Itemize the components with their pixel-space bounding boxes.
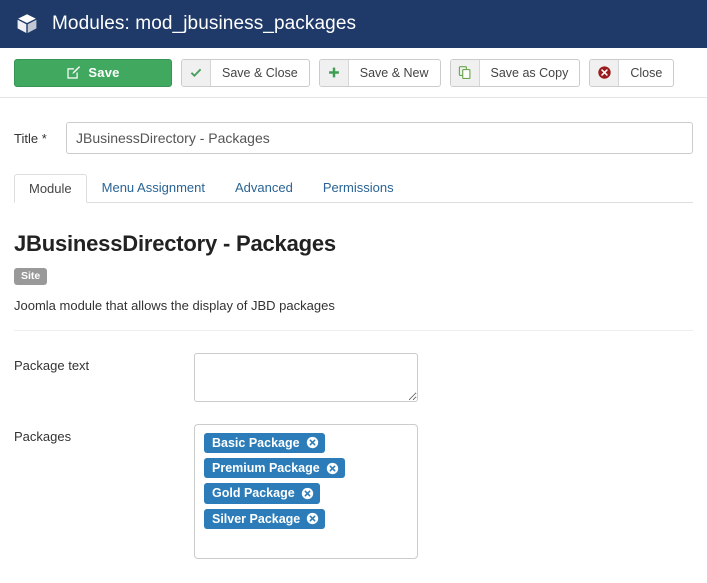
tab-permissions[interactable]: Permissions bbox=[308, 173, 409, 202]
tag-label: Silver Package bbox=[212, 511, 301, 526]
cube-icon bbox=[14, 11, 40, 37]
save-and-close-button[interactable]: Save & Close bbox=[181, 58, 310, 87]
packages-field-row: Packages Basic Package Premium Package G… bbox=[14, 423, 693, 559]
circle-x-icon[interactable] bbox=[301, 487, 314, 500]
pencil-square-icon bbox=[66, 65, 81, 80]
circle-x-icon[interactable] bbox=[306, 436, 319, 449]
packages-label: Packages bbox=[14, 428, 72, 444]
tag-label: Gold Package bbox=[212, 486, 295, 501]
package-text-label: Package text bbox=[14, 357, 90, 373]
save-and-new-label: Save & New bbox=[359, 65, 429, 80]
save-as-copy-label: Save as Copy bbox=[490, 65, 569, 80]
copy-icon bbox=[450, 59, 480, 86]
circle-x-icon bbox=[590, 59, 620, 86]
page-title: Modules: mod_jbusiness_packages bbox=[52, 13, 357, 34]
toolbar: Save Save & Close Save & New Save as Cop… bbox=[0, 48, 707, 98]
tag-label: Basic Package bbox=[212, 435, 300, 450]
title-field-row: Title * bbox=[14, 122, 693, 154]
page-header: Modules: mod_jbusiness_packages bbox=[0, 0, 707, 48]
main-content: Title * Module Menu Assignment Advanced … bbox=[0, 122, 707, 559]
module-description: Joomla module that allows the display of… bbox=[14, 297, 335, 313]
save-button-label: Save bbox=[88, 65, 120, 80]
module-heading: JBusinessDirectory - Packages bbox=[14, 231, 336, 256]
package-text-input[interactable] bbox=[194, 352, 418, 402]
tab-menu-assignment[interactable]: Menu Assignment bbox=[87, 173, 220, 202]
title-input[interactable] bbox=[66, 122, 693, 154]
title-field-label: Title * bbox=[14, 130, 47, 146]
close-button[interactable]: Close bbox=[589, 58, 675, 87]
save-button[interactable]: Save bbox=[14, 58, 172, 87]
list-item[interactable]: Premium Package bbox=[204, 457, 345, 479]
list-item[interactable]: Silver Package bbox=[204, 508, 326, 529]
tag-label: Premium Package bbox=[212, 460, 320, 475]
list-item[interactable]: Basic Package bbox=[204, 432, 325, 453]
circle-x-icon[interactable] bbox=[306, 512, 319, 525]
required-marker: * bbox=[41, 130, 47, 146]
check-icon bbox=[182, 59, 211, 86]
status-badge: Site bbox=[14, 268, 48, 285]
packages-tag-list[interactable]: Basic Package Premium Package Gold Packa… bbox=[194, 423, 418, 559]
plus-icon bbox=[319, 59, 349, 86]
list-item[interactable]: Gold Package bbox=[204, 483, 320, 504]
tab-module[interactable]: Module bbox=[14, 174, 87, 203]
circle-x-icon[interactable] bbox=[326, 462, 339, 475]
package-text-field-row: Package text bbox=[14, 352, 693, 402]
save-and-close-label: Save & Close bbox=[222, 65, 298, 80]
save-as-copy-button[interactable]: Save as Copy bbox=[449, 58, 581, 87]
tab-advanced[interactable]: Advanced bbox=[220, 173, 308, 202]
section-divider bbox=[14, 329, 693, 331]
close-label: Close bbox=[630, 65, 663, 80]
save-and-new-button[interactable]: Save & New bbox=[318, 58, 441, 87]
tab-bar: Module Menu Assignment Advanced Permissi… bbox=[14, 174, 693, 203]
